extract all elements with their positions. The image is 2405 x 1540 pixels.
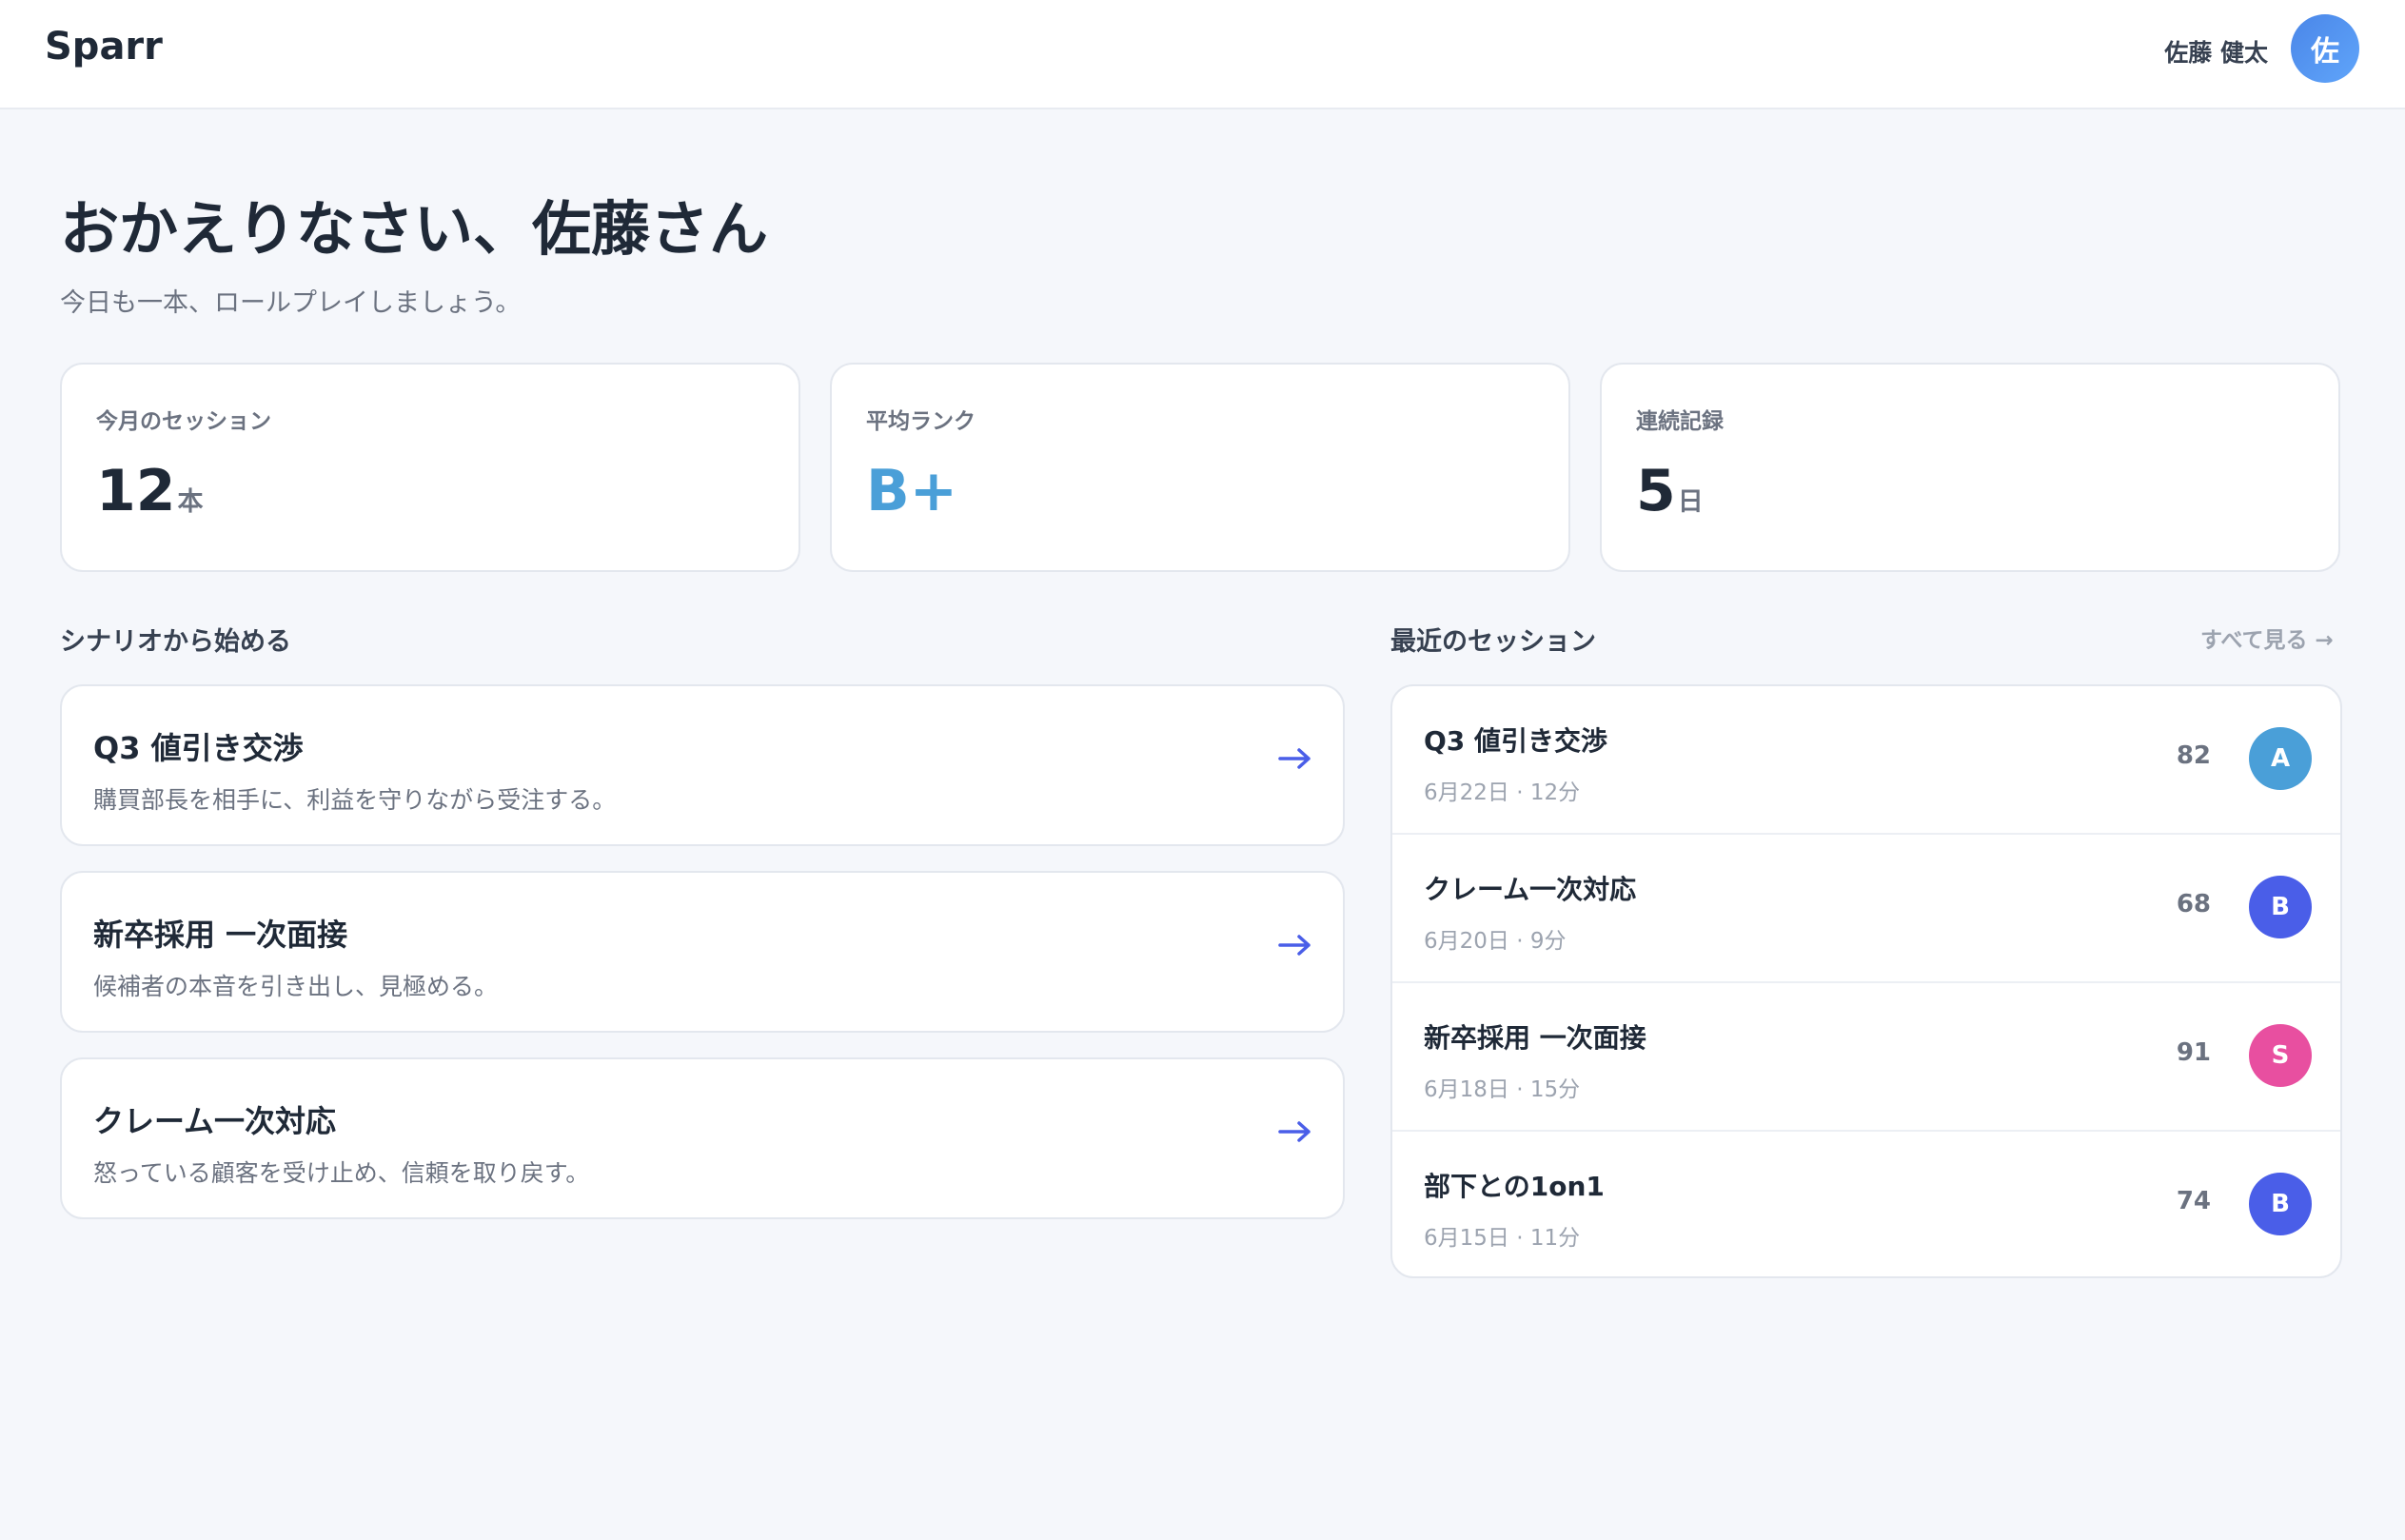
scenario-card[interactable]: 新卒採用 一次面接 候補者の本音を引き出し、見極める。 xyxy=(60,871,1345,1033)
stat-card-sessions: 今月のセッション 12本 xyxy=(60,363,800,572)
session-title: 新卒採用 一次面接 xyxy=(1424,1022,1646,1054)
scenario-description: 候補者の本音を引き出し、見極める。 xyxy=(93,973,499,1000)
session-title: クレーム一次対応 xyxy=(1424,874,1637,905)
session-avatar: B xyxy=(2249,876,2312,938)
session-meta: 6月18日 · 15分 xyxy=(1424,1077,1581,1102)
session-avatar: B xyxy=(2249,1173,2312,1235)
session-meta: 6月20日 · 9分 xyxy=(1424,929,1567,954)
stat-number: 12 xyxy=(96,458,176,524)
scenario-title: クレーム一次対応 xyxy=(93,1103,337,1139)
scenario-card[interactable]: Q3 値引き交渉 購買部長を相手に、利益を守りながら受注する。 xyxy=(60,684,1345,846)
session-row[interactable]: 新卒採用 一次面接 6月18日 · 15分 91 S xyxy=(1392,983,2340,1132)
page-title: おかえりなさい、佐藤さん xyxy=(60,194,769,264)
stat-label: 平均ランク xyxy=(866,409,976,434)
stat-card-rank: 平均ランク B+ xyxy=(830,363,1570,572)
session-score: 82 xyxy=(2176,741,2211,770)
scenarios-heading: シナリオから始める xyxy=(60,627,291,657)
recent-sessions-list: Q3 値引き交渉 6月22日 · 12分 82 A クレーム一次対応 6月20日… xyxy=(1390,684,2342,1278)
session-score: 91 xyxy=(2176,1038,2211,1067)
scenario-title: 新卒採用 一次面接 xyxy=(93,917,348,953)
user-name: 佐藤 健太 xyxy=(2164,39,2268,67)
session-row[interactable]: 部下との1on1 6月15日 · 11分 74 B xyxy=(1392,1132,2340,1276)
session-title: Q3 値引き交渉 xyxy=(1424,725,1608,757)
session-meta: 6月15日 · 11分 xyxy=(1424,1226,1581,1251)
top-bar: Sparr 佐藤 健太 佐 xyxy=(0,0,2405,109)
stat-unit: 日 xyxy=(1677,487,1704,517)
page-subtitle: 今日も一本、ロールプレイしましょう。 xyxy=(60,288,522,318)
session-avatar: S xyxy=(2249,1024,2312,1087)
see-all-link[interactable]: すべて見る → xyxy=(2200,622,2334,654)
session-title: 部下との1on1 xyxy=(1424,1171,1605,1202)
scenario-description: 怒っている顧客を受け止め、信頼を取り戻す。 xyxy=(93,1159,590,1187)
stat-value: B+ xyxy=(866,458,957,524)
stat-number: B+ xyxy=(866,458,958,524)
session-row[interactable]: Q3 値引き交渉 6月22日 · 12分 82 A xyxy=(1392,686,2340,835)
user-avatar[interactable]: 佐 xyxy=(2291,14,2359,83)
stat-card-streak: 連続記録 5日 xyxy=(1600,363,2340,572)
app-logo[interactable]: Sparr xyxy=(45,25,163,69)
stat-unit: 本 xyxy=(177,487,204,517)
arrow-right-icon[interactable] xyxy=(1276,926,1314,964)
arrow-right-icon[interactable] xyxy=(1276,740,1314,778)
session-avatar: A xyxy=(2249,727,2312,790)
scenario-card[interactable]: クレーム一次対応 怒っている顧客を受け止め、信頼を取り戻す。 xyxy=(60,1057,1345,1219)
session-score: 68 xyxy=(2176,890,2211,918)
scenario-title: Q3 値引き交渉 xyxy=(93,730,304,766)
session-row[interactable]: クレーム一次対応 6月20日 · 9分 68 B xyxy=(1392,835,2340,983)
stat-value: 5日 xyxy=(1636,458,1704,524)
stat-label: 連続記録 xyxy=(1636,409,1724,434)
stat-label: 今月のセッション xyxy=(96,409,271,434)
stat-value: 12本 xyxy=(96,458,204,524)
recent-sessions-heading: 最近のセッション xyxy=(1390,627,1596,657)
arrow-right-icon[interactable] xyxy=(1276,1113,1314,1151)
stat-number: 5 xyxy=(1636,458,1676,524)
session-score: 74 xyxy=(2176,1187,2211,1215)
session-meta: 6月22日 · 12分 xyxy=(1424,780,1581,805)
scenario-description: 購買部長を相手に、利益を守りながら受注する。 xyxy=(93,786,617,814)
